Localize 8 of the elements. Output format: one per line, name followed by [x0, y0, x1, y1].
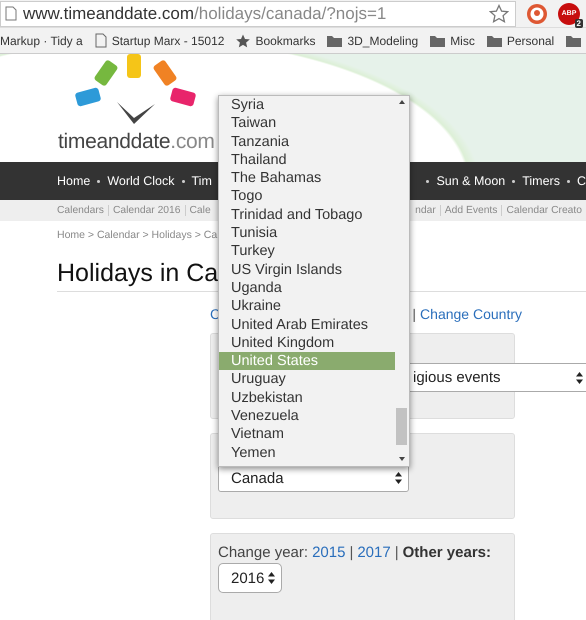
count-badge: 2 [574, 18, 583, 28]
separator-text: | [412, 306, 416, 324]
url-text: www.timeanddate.com/holidays/canada/?nojs=1 [23, 4, 386, 24]
separator-text: | [349, 544, 354, 561]
separator-text: | [394, 544, 399, 561]
breadcrumb: Home > Calendar > Holidays > Ca [57, 229, 218, 243]
year-label: Change year: [218, 544, 308, 561]
other-years-label: Other years: [402, 544, 491, 561]
